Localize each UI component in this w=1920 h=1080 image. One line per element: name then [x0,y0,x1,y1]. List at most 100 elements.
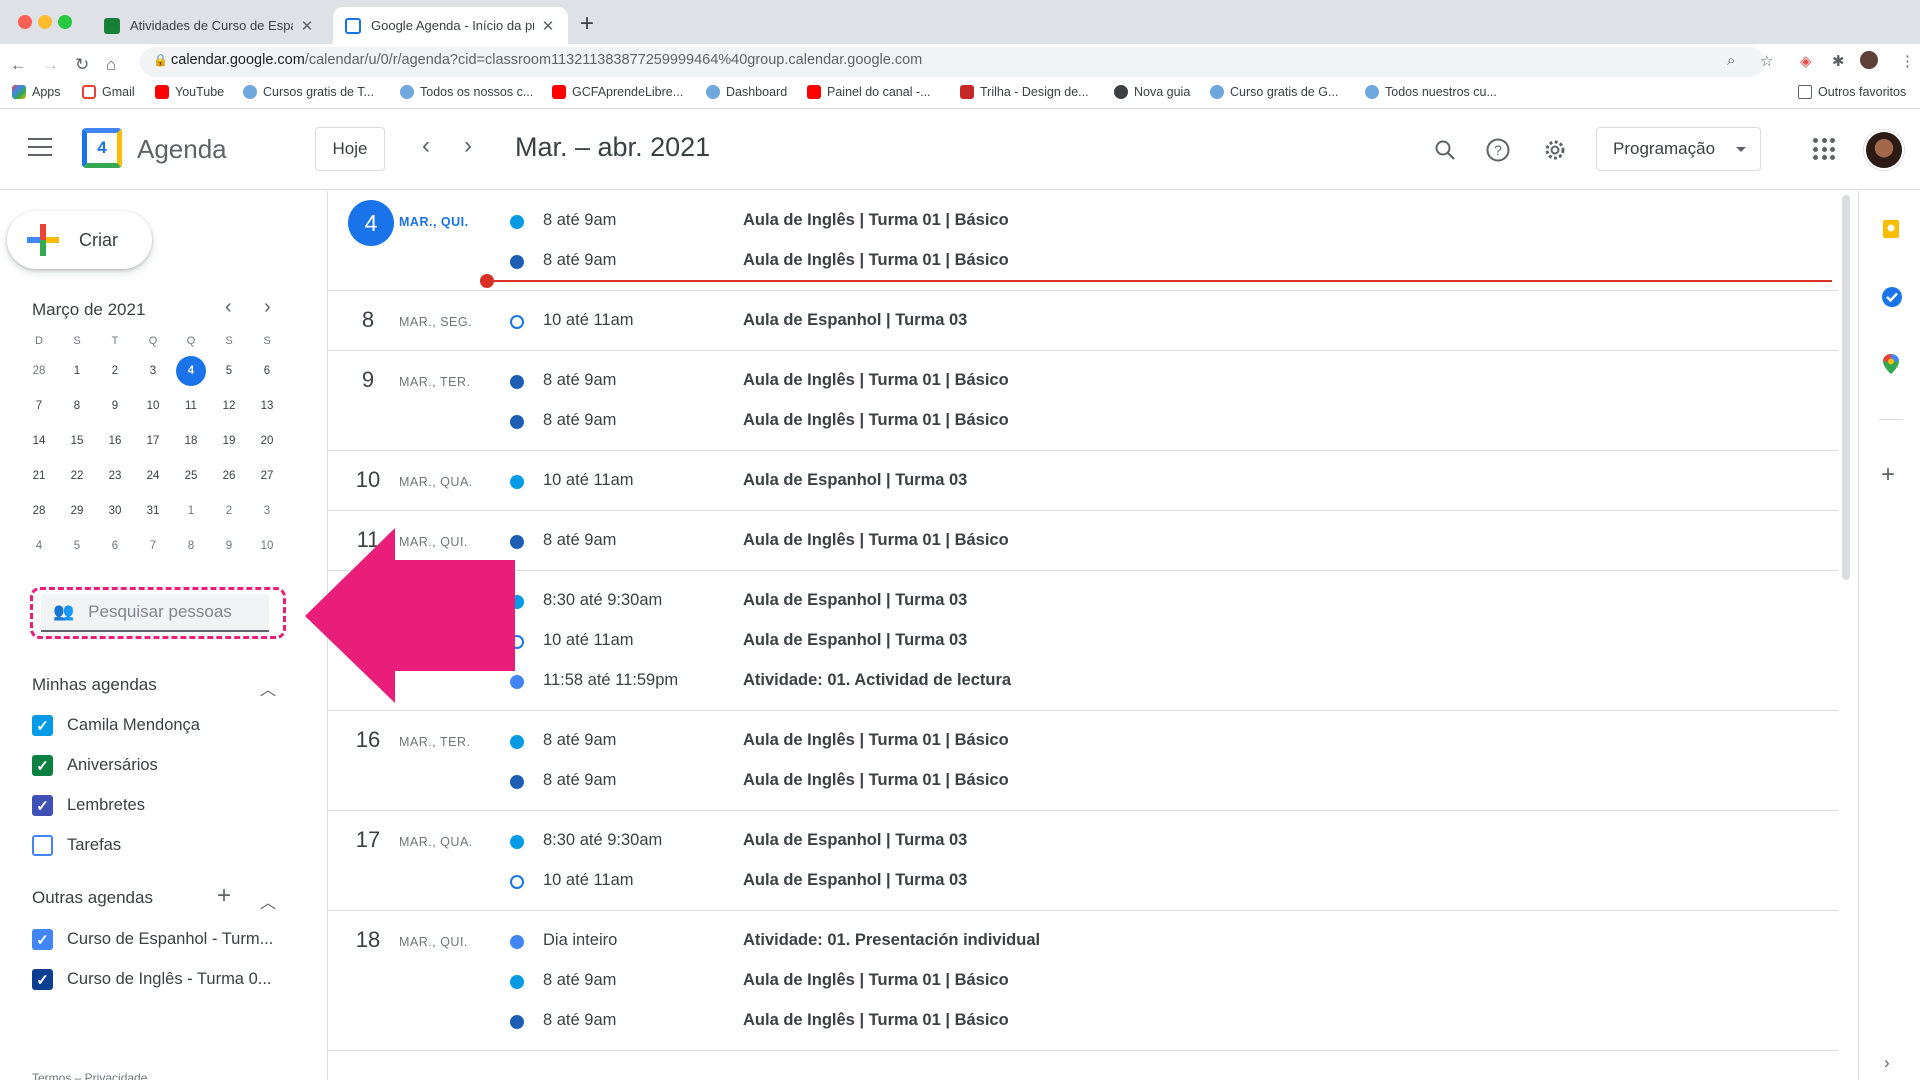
extension-icon[interactable]: ◈ [1800,52,1812,70]
mini-calendar-day[interactable]: 8 [172,540,210,552]
mini-calendar-day[interactable]: 22 [58,470,96,482]
add-calendar-plus-icon[interactable]: + [217,882,231,910]
mini-calendar-day[interactable]: 20 [248,435,286,447]
previous-period-icon[interactable]: ‹ [422,132,430,160]
bookmark-nova-guia[interactable]: Nova guia [1114,85,1190,99]
browser-tab-atividades[interactable]: Atividades de Curso de Espanhol ✕ [92,7,327,44]
mini-calendar-day[interactable]: 10 [134,400,172,412]
agenda-event[interactable]: 8 até 9am Aula de Inglês | Turma 01 | Bás… [328,361,1838,401]
close-tab-icon[interactable]: ✕ [540,17,556,35]
agenda-event[interactable]: 10 até 11am Aula de Espanhol | Turma 03 [328,301,1838,341]
mini-calendar-day[interactable]: 19 [210,435,248,447]
checked-checkbox-icon[interactable]: ✓ [32,715,53,736]
agenda-event[interactable]: 8 até 9am Aula de Inglês | Turma 01 | Bás… [328,401,1838,441]
mini-calendar-day[interactable]: 3 [248,505,286,517]
mini-calendar-day[interactable]: 6 [96,540,134,552]
keep-icon[interactable] [1881,219,1901,239]
mini-calendar-day[interactable]: 1 [58,365,96,377]
calendar-list-item[interactable]: ✓ Aniversários [32,755,158,776]
agenda-event[interactable]: 8 até 9am Aula de Inglês | Turma 01 | Bás… [328,761,1838,801]
bookmark-dashboard[interactable]: Dashboard [706,85,787,99]
mini-calendar-day[interactable]: 27 [248,470,286,482]
mini-calendar-day[interactable]: 30 [96,505,134,517]
mini-calendar-prev-icon[interactable]: ‹ [225,296,232,319]
checked-checkbox-icon[interactable]: ✓ [32,969,53,990]
expand-side-panel-icon[interactable]: › [1884,1053,1890,1073]
mini-calendar-next-icon[interactable]: › [264,296,271,319]
agenda-event[interactable]: 8:30 até 9:30am Aula de Espanhol | Turma … [328,821,1838,861]
agenda-event[interactable]: 8 até 9am Aula de Inglês | Turma 01 | Bás… [328,201,1838,241]
bookmark-gcfaprendelibre[interactable]: GCFAprendeLibre... [552,85,683,99]
mini-calendar-day[interactable]: 11 [172,400,210,412]
mini-calendar-day[interactable]: 9 [210,540,248,552]
bookmark-painel-do-canal[interactable]: Painel do canal -... [807,85,931,99]
settings-gear-icon[interactable] [1541,136,1569,164]
mini-calendar-day[interactable]: 8 [58,400,96,412]
agenda-event[interactable]: 10 até 11am Aula de Espanhol | Turma 03 [328,461,1838,501]
maps-icon[interactable] [1881,353,1901,374]
checked-checkbox-icon[interactable]: ✓ [32,755,53,776]
checked-checkbox-icon[interactable]: ✓ [32,929,53,950]
mini-calendar-day[interactable]: 4 [20,540,58,552]
agenda-event[interactable]: 8 até 9am Aula de Inglês | Turma 01 | Bás… [328,1001,1838,1041]
create-button[interactable]: Criar [7,211,152,269]
view-switcher-dropdown[interactable]: Programação [1596,127,1761,171]
mini-calendar-day[interactable]: 2 [210,505,248,517]
bookmark-apps[interactable]: Apps [12,85,61,99]
main-menu-icon[interactable] [28,138,52,156]
mini-calendar-day[interactable]: 21 [20,470,58,482]
agenda-event[interactable]: 8:30 até 9:30am Aula de Espanhol | Turma … [328,581,1838,621]
reload-icon[interactable]: ↻ [75,55,89,75]
mini-calendar-day[interactable]: 7 [20,400,58,412]
more-vert-icon[interactable]: ⋮ [1900,52,1915,70]
mini-calendar-day[interactable]: 6 [248,365,286,377]
mini-calendar-day[interactable]: 23 [96,470,134,482]
minimize-window-button[interactable] [38,15,52,29]
calendar-list-item[interactable]: ✓ Curso de Inglês - Turma 0... [32,969,272,990]
google-apps-grid-icon[interactable] [1813,138,1835,160]
close-tab-icon[interactable]: ✕ [299,17,315,35]
bookmark-youtube[interactable]: YouTube [155,85,224,99]
mini-calendar-day[interactable]: 28 [20,505,58,517]
mini-calendar-day[interactable]: 13 [248,400,286,412]
agenda-event[interactable]: 8 até 9am Aula de Inglês | Turma 01 | Bás… [328,241,1838,281]
mini-calendar-day[interactable]: 31 [134,505,172,517]
bookmark-todos-os-nossos[interactable]: Todos os nossos c... [400,85,533,99]
mini-calendar-day[interactable]: 17 [134,435,172,447]
mini-calendar-day[interactable]: 3 [134,365,172,377]
checked-checkbox-icon[interactable]: ✓ [32,795,53,816]
calendar-list-item[interactable]: ✓ Camila Mendonça [32,715,200,736]
mini-calendar-day[interactable]: 28 [20,365,58,377]
back-arrow-icon[interactable]: ← [10,55,27,75]
zoom-icon[interactable]: ⌕ [1727,52,1735,69]
agenda-event[interactable]: 11:58 até 11:59pm Atividade: 01. Activida… [328,661,1838,701]
calendar-list-item[interactable]: Tarefas [32,835,121,856]
forward-arrow-icon[interactable]: → [42,55,59,75]
agenda-event[interactable]: 8 até 9am Aula de Inglês | Turma 01 | Bás… [328,721,1838,761]
agenda-scrollbar[interactable] [1842,195,1850,580]
mini-calendar-day[interactable]: 18 [172,435,210,447]
bookmark-cursos-gratis[interactable]: Cursos gratis de T... [243,85,374,99]
help-icon[interactable]: ? [1484,136,1512,164]
unchecked-checkbox-icon[interactable] [32,835,53,856]
calendar-list-item[interactable]: ✓ Curso de Espanhol - Turm... [32,929,273,950]
mini-calendar-day[interactable]: 10 [248,540,286,552]
account-avatar[interactable] [1864,130,1904,170]
bookmark-todos-nuestros[interactable]: Todos nuestros cu... [1365,85,1497,99]
my-calendars-title[interactable]: Minhas agendas [32,675,157,695]
browser-tab-agenda[interactable]: Google Agenda - Início da programação ✕ [333,7,568,44]
other-calendars-title[interactable]: Outras agendas [32,888,153,908]
agenda-event[interactable]: 10 até 11am Aula de Espanhol | Turma 03 [328,861,1838,901]
mini-calendar-day[interactable]: 9 [96,400,134,412]
agenda-event[interactable]: Dia inteiro Atividade: 01. Presentación i… [328,921,1838,961]
mini-calendar-day[interactable]: 5 [210,365,248,377]
mini-calendar-day[interactable]: 26 [210,470,248,482]
calendar-list-item[interactable]: ✓ Lembretes [32,795,145,816]
mini-calendar-day[interactable]: 1 [172,505,210,517]
mini-calendar-day[interactable]: 25 [172,470,210,482]
mini-calendar-day[interactable]: 5 [58,540,96,552]
mini-calendar-day[interactable]: 2 [96,365,134,377]
mini-calendar-day[interactable]: 29 [58,505,96,517]
maximize-window-button[interactable] [58,15,72,29]
bookmark-curso-gratis-g[interactable]: Curso gratis de G... [1210,85,1338,99]
